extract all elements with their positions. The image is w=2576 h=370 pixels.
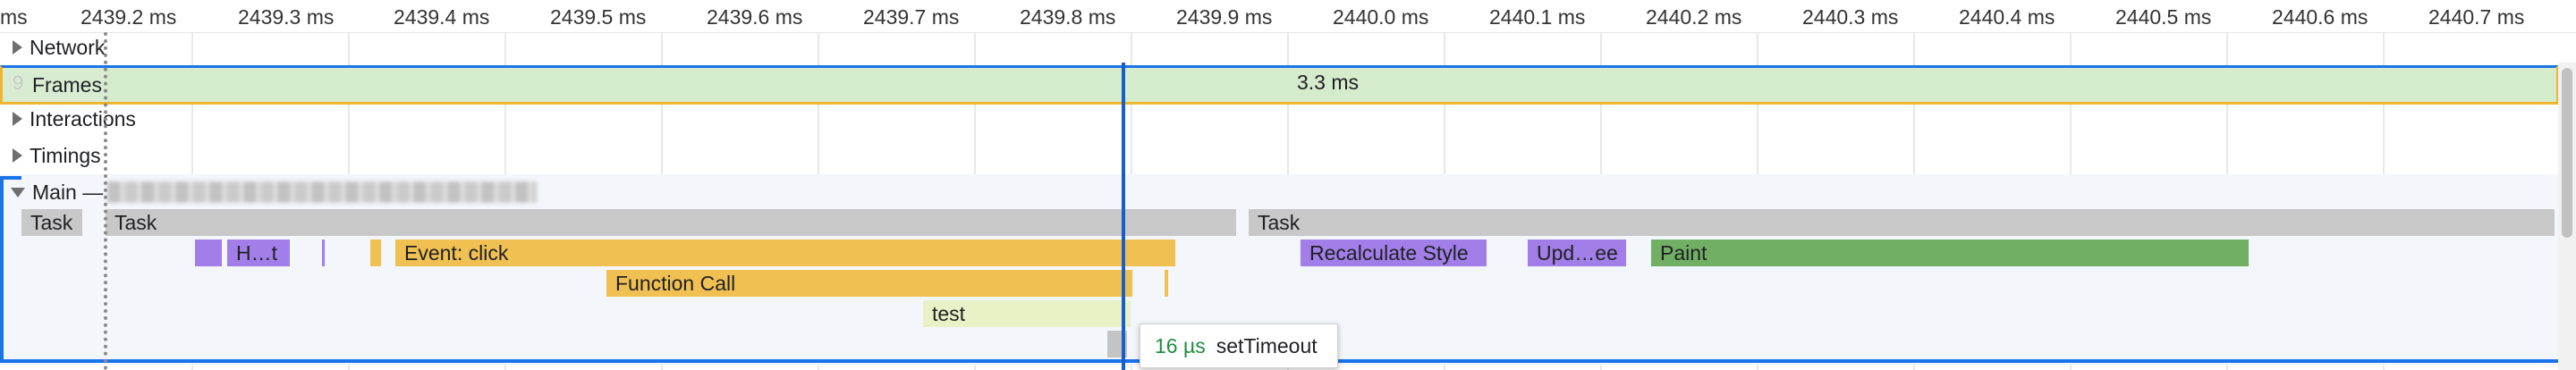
tooltip-name: setTimeout [1216,333,1318,357]
task-event[interactable]: Task [1249,209,2555,236]
tick-label: 2439.5 ms [550,5,647,29]
expand-arrow-icon[interactable] [13,112,22,126]
collapse-arrow-icon[interactable] [11,187,25,198]
update-layer-tree-event[interactable]: Upd…ee [1528,240,1626,266]
tick-label: 2439.2 ms [80,5,177,29]
event-tooltip: 16 µs setTimeout [1140,324,1338,368]
tick-label: 2439.8 ms [1020,5,1116,29]
task-event[interactable]: Task [106,209,1236,236]
test-function-event[interactable]: test [923,300,1131,327]
tick-label: 2440.2 ms [1646,5,1742,29]
frame-number: 9 [13,71,24,94]
task-event[interactable]: Task [21,209,82,236]
expand-arrow-icon[interactable] [13,40,22,55]
track-main[interactable]: Main — [0,175,103,209]
track-timings[interactable]: Timings [0,139,101,172]
track-frames[interactable]: Frames [32,68,102,102]
tick-label: ms [0,5,28,29]
tick-label: 2439.6 ms [707,5,803,29]
function-call-event[interactable]: Function Call [606,270,1132,297]
track-interactions[interactable]: Interactions [0,102,136,136]
tick-label: 2440.4 ms [1959,5,2055,29]
recalculate-style-event[interactable]: Recalculate Style [1301,240,1487,266]
tooltip-duration: 16 µs [1155,333,1206,357]
timeline-cursor [1122,63,1125,370]
track-network[interactable]: Network [0,30,105,64]
redacted-url [107,181,537,203]
paint-event[interactable]: Paint [1651,240,2249,266]
tick-label: 2440.1 ms [1489,5,1586,29]
rendering-event[interactable]: H…t [227,240,290,266]
track-label: Interactions [30,106,136,130]
rendering-event[interactable] [322,240,325,266]
rendering-event[interactable] [195,240,222,266]
tick-label: 2440.3 ms [1802,5,1899,29]
scripting-event[interactable] [370,240,381,266]
tick-label: 2439.4 ms [394,5,490,29]
time-ruler[interactable]: ms 2439.2 ms 2439.3 ms 2439.4 ms 2439.5 … [0,0,2576,33]
track-label: Timings [30,143,101,167]
tick-label: 2440.7 ms [2428,5,2525,29]
tick-label: 2439.7 ms [863,5,960,29]
tick-label: 2440.0 ms [1333,5,1429,29]
dashed-marker [104,32,107,370]
tick-label: 2440.5 ms [2115,5,2212,29]
tick-label: 2439.3 ms [238,5,335,29]
track-label: Frames [32,72,102,97]
expand-arrow-icon[interactable] [13,148,22,163]
scrollbar-thumb[interactable] [2562,68,2572,238]
track-label: Network [30,35,106,59]
track-label: Main — [32,180,104,204]
tick-label: 2439.9 ms [1176,5,1273,29]
scripting-event[interactable] [1165,270,1168,297]
tick-label: 2440.6 ms [2272,5,2368,29]
frame-duration: 3.3 ms [1297,71,1360,94]
event-click[interactable]: Event: click [395,240,1175,266]
